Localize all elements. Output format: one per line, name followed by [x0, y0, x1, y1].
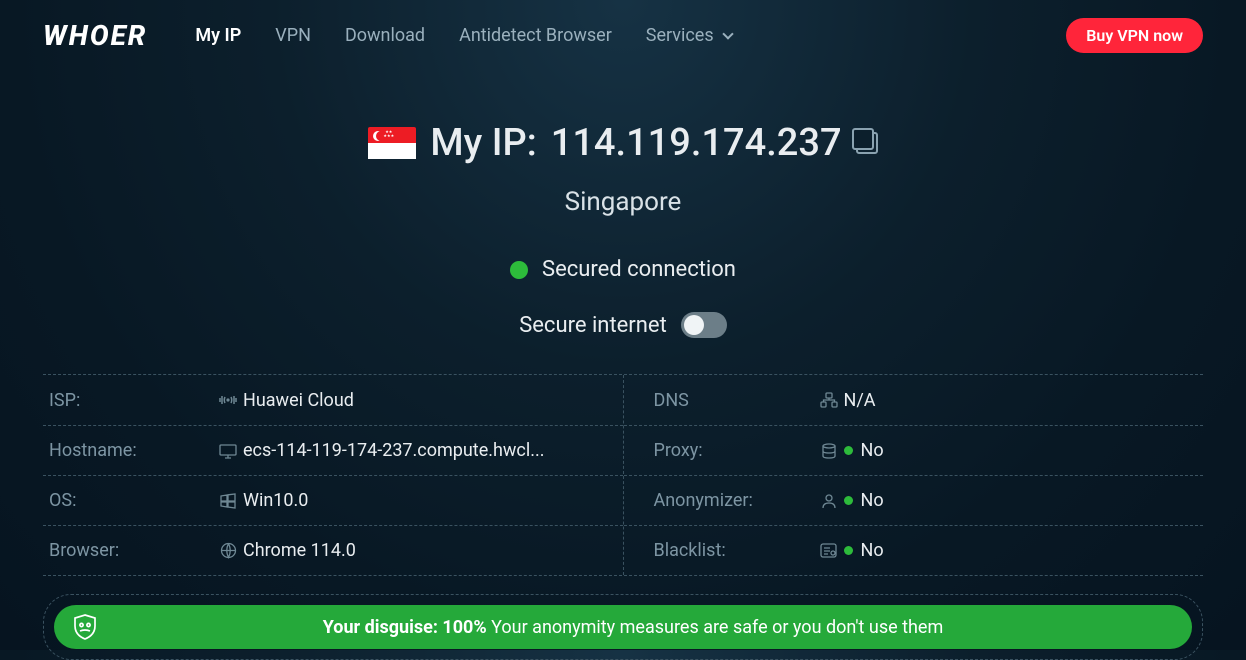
browser-value: Chrome 114.0 [243, 540, 356, 561]
monitor-icon [213, 443, 243, 459]
country-name: Singapore [43, 187, 1203, 217]
isp-value: Huawei Cloud [243, 390, 354, 411]
blacklist-value: No [844, 540, 884, 561]
shield-mask-icon [72, 613, 98, 641]
status-dot-icon [844, 546, 853, 555]
anonymizer-value-text: No [861, 490, 884, 511]
hostname-label: Hostname: [43, 440, 213, 461]
nav-services-label: Services [646, 25, 714, 46]
nav-services[interactable]: Services [646, 25, 732, 46]
row-blacklist: Blacklist: No [624, 525, 1204, 575]
signal-icon [213, 392, 243, 408]
row-hostname: Hostname: ecs-114-119-174-237.compute.hw… [43, 425, 623, 475]
dns-label: DNS [624, 390, 814, 411]
disguise-prefix: Your disguise: [323, 617, 443, 638]
copy-icon[interactable] [856, 132, 878, 154]
status-dot-icon [844, 496, 853, 505]
chevron-down-icon [722, 28, 733, 39]
proxy-value-text: No [861, 440, 884, 461]
hostname-value: ecs-114-119-174-237.compute.hwcl... [243, 440, 544, 461]
secure-internet-label: Secure internet [519, 313, 667, 338]
header: WHOER My IP VPN Download Antidetect Brow… [43, 0, 1203, 63]
database-icon [814, 443, 844, 459]
anonymizer-label: Anonymizer: [624, 490, 814, 511]
disguise-bar[interactable]: Your disguise: 100% Your anonymity measu… [54, 605, 1192, 649]
status-dot-icon [844, 446, 853, 455]
secure-internet-toggle[interactable] [681, 312, 727, 338]
disguise-message: Your disguise: 100% Your anonymity measu… [114, 617, 1192, 638]
info-grid: ISP: Huawei Cloud Hostname: ecs-114-119-… [43, 374, 1203, 576]
disguise-percent: 100% [442, 617, 486, 638]
globe-icon [213, 542, 243, 559]
buy-vpn-button[interactable]: Buy VPN now [1066, 18, 1203, 53]
network-icon [814, 392, 844, 408]
row-os: OS: Win10.0 [43, 475, 623, 525]
dns-value: N/A [844, 390, 876, 411]
blacklist-label: Blacklist: [624, 540, 814, 561]
blacklist-value-text: No [861, 540, 884, 561]
ip-title-prefix: My IP: [430, 121, 536, 165]
info-col-left: ISP: Huawei Cloud Hostname: ecs-114-119-… [43, 375, 624, 575]
logo[interactable]: WHOER [43, 19, 147, 52]
proxy-value: No [844, 440, 884, 461]
disguise-wrapper: Your disguise: 100% Your anonymity measu… [43, 594, 1203, 660]
os-value: Win10.0 [243, 490, 308, 511]
ip-address: 114.119.174.237 [551, 121, 842, 165]
list-icon [814, 543, 844, 558]
user-icon [814, 493, 844, 509]
nav-download[interactable]: Download [345, 25, 425, 46]
ip-line: ★★★★★ My IP: 114.119.174.237 [43, 121, 1203, 165]
os-label: OS: [43, 490, 213, 511]
row-browser: Browser: Chrome 114.0 [43, 525, 623, 575]
main-nav: My IP VPN Download Antidetect Browser Se… [195, 25, 732, 46]
anonymizer-value: No [844, 490, 884, 511]
info-col-right: DNS N/A Proxy: No Anonymizer: No [624, 375, 1204, 575]
nav-my-ip[interactable]: My IP [195, 25, 241, 46]
nav-vpn[interactable]: VPN [275, 25, 311, 46]
status-dot-icon [510, 261, 528, 279]
row-proxy: Proxy: No [624, 425, 1204, 475]
secured-label: Secured connection [542, 257, 736, 282]
disguise-suffix: Your anonymity measures are safe or you … [487, 617, 944, 638]
row-isp: ISP: Huawei Cloud [43, 375, 623, 425]
isp-label: ISP: [43, 390, 213, 411]
windows-icon [213, 493, 243, 509]
secured-status: Secured connection [43, 257, 1203, 282]
hero: ★★★★★ My IP: 114.119.174.237 Singapore S… [43, 121, 1203, 338]
nav-antidetect[interactable]: Antidetect Browser [459, 25, 612, 46]
flag-singapore-icon: ★★★★★ [368, 127, 416, 159]
row-anonymizer: Anonymizer: No [624, 475, 1204, 525]
secure-internet-row: Secure internet [43, 312, 1203, 338]
row-dns: DNS N/A [624, 375, 1204, 425]
browser-label: Browser: [43, 540, 213, 561]
proxy-label: Proxy: [624, 440, 814, 461]
